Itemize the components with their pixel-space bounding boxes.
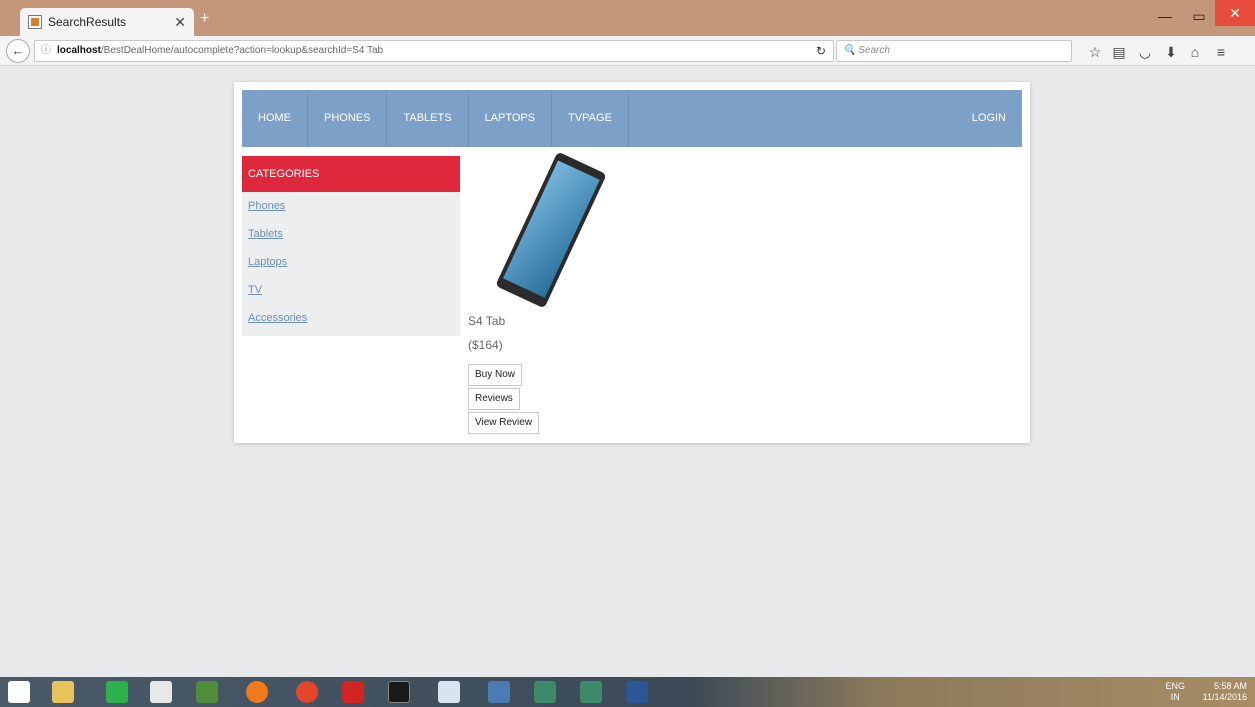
nav-item-laptops[interactable]: LAPTOPS xyxy=(469,90,553,147)
home-icon[interactable]: ⌂ xyxy=(1186,44,1204,60)
browser-titlebar: SearchResults ✕ + — ▭ ✕ xyxy=(0,0,1255,36)
close-window-button[interactable]: ✕ xyxy=(1215,0,1255,26)
acrobat-icon[interactable] xyxy=(342,681,364,703)
lang-bottom: IN xyxy=(1170,692,1180,702)
browser-navbar: ← ⓘ localhost/BestDealHome/autocomplete?a… xyxy=(0,36,1255,66)
sidebar-link-tablets[interactable]: Tablets xyxy=(242,220,460,248)
chrome-icon[interactable] xyxy=(296,681,318,703)
nav-item-phones[interactable]: PHONES xyxy=(308,90,388,147)
nav-item-home[interactable]: HOME xyxy=(242,90,308,147)
address-bar[interactable]: ⓘ localhost/BestDealHome/autocomplete?act… xyxy=(34,40,834,62)
categories-sidebar: CATEGORIES Phones Tablets Laptops TV Acc… xyxy=(242,156,460,336)
categories-header: CATEGORIES xyxy=(242,156,460,192)
lang-top: ENG xyxy=(1165,681,1185,691)
buy-now-button[interactable]: Buy Now xyxy=(468,364,523,386)
word-icon[interactable] xyxy=(626,681,648,703)
app-window-icon[interactable] xyxy=(534,681,556,703)
back-button[interactable]: ← xyxy=(6,39,30,63)
login-link[interactable]: LOGIN xyxy=(972,90,1006,147)
reading-list-icon[interactable]: ▤ xyxy=(1110,44,1128,61)
app-window-2-icon[interactable] xyxy=(580,681,602,703)
sidebar-link-laptops[interactable]: Laptops xyxy=(242,248,460,276)
reload-icon[interactable]: ↻ xyxy=(809,40,833,62)
clock-date: 11/14/2016 xyxy=(1202,692,1247,702)
minimize-button[interactable]: — xyxy=(1148,4,1182,28)
reviews-button[interactable]: Reviews xyxy=(468,388,520,410)
sidebar-link-phones[interactable]: Phones xyxy=(242,192,460,220)
close-tab-icon[interactable]: ✕ xyxy=(174,14,186,31)
pocket-icon[interactable]: ◡ xyxy=(1136,44,1154,61)
windows-taskbar: ENG IN 5:58 AM 11/14/2016 xyxy=(0,677,1255,707)
product-name: S4 Tab xyxy=(468,314,506,328)
product-image[interactable] xyxy=(496,150,606,310)
page-container: HOME PHONES TABLETS LAPTOPS TVPAGE LOGIN… xyxy=(234,82,1030,443)
sidebar-link-accessories[interactable]: Accessories xyxy=(242,304,460,332)
bookmark-star-icon[interactable]: ☆ xyxy=(1086,44,1104,61)
download-icon[interactable]: ⬇ xyxy=(1162,44,1180,61)
nav-item-tablets[interactable]: TABLETS xyxy=(387,90,469,147)
product-price: ($164) xyxy=(468,338,503,352)
url-path: /BestDealHome/autocomplete?action=lookup… xyxy=(100,45,384,56)
clock-time: 5:58 AM xyxy=(1213,681,1247,691)
search-placeholder: Search xyxy=(858,45,890,56)
menu-icon[interactable]: ≡ xyxy=(1212,44,1230,60)
search-input[interactable]: 🔍 Search xyxy=(836,40,1072,62)
info-icon[interactable]: ⓘ xyxy=(41,45,51,56)
language-indicator[interactable]: ENG IN xyxy=(1165,681,1185,703)
new-tab-button[interactable]: + xyxy=(200,10,209,28)
ide-icon[interactable] xyxy=(488,681,510,703)
nav-item-tvpage[interactable]: TVPAGE xyxy=(552,90,629,147)
firefox-icon[interactable] xyxy=(246,681,268,703)
url-host: localhost xyxy=(57,45,101,56)
home-app-icon[interactable] xyxy=(150,681,172,703)
view-review-button[interactable]: View Review xyxy=(468,412,540,434)
photo-app-icon[interactable] xyxy=(196,681,218,703)
browser-tab[interactable]: SearchResults ✕ xyxy=(20,8,194,36)
terminal-icon[interactable] xyxy=(388,681,410,703)
favicon-icon xyxy=(28,15,42,29)
clock[interactable]: 5:58 AM 11/14/2016 xyxy=(1203,681,1247,703)
maximize-button[interactable]: ▭ xyxy=(1182,4,1216,28)
java-icon[interactable] xyxy=(438,681,460,703)
start-icon[interactable] xyxy=(8,681,30,703)
file-explorer-icon[interactable] xyxy=(52,681,74,703)
tab-title: SearchResults xyxy=(48,15,127,29)
main-menu: HOME PHONES TABLETS LAPTOPS TVPAGE LOGIN xyxy=(242,90,1022,147)
store-icon[interactable] xyxy=(106,681,128,703)
sidebar-link-tv[interactable]: TV xyxy=(242,276,460,304)
